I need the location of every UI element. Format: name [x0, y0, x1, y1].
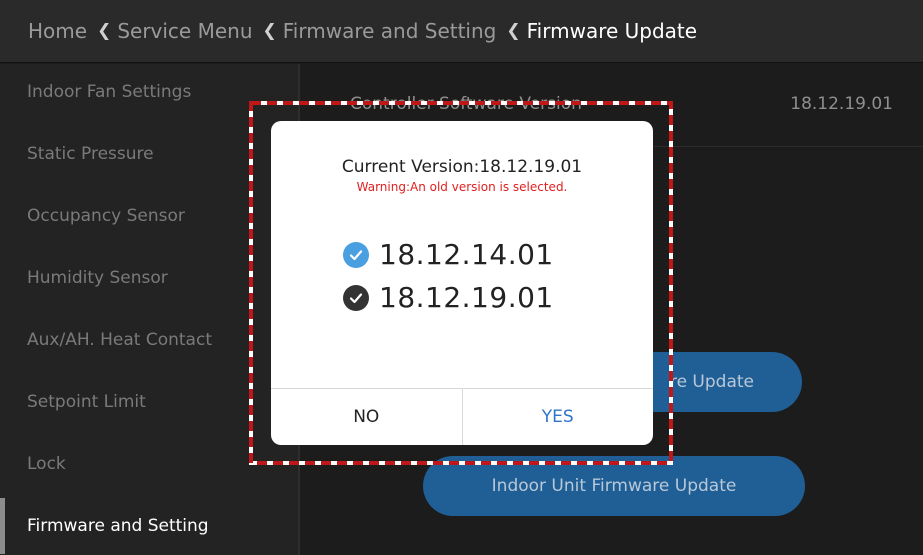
dialog-warning: Warning:An old version is selected.: [356, 180, 568, 194]
breadcrumb-service-menu-label: Service Menu: [117, 19, 253, 43]
dialog-current-version: Current Version:18.12.19.01: [341, 157, 583, 177]
version-option-18-12-19-01[interactable]: 18.12.19.01: [343, 281, 554, 314]
sidebar-item-label: Firmware and Setting: [27, 516, 209, 536]
sidebar-item-label: Setpoint Limit: [27, 392, 146, 412]
breadcrumb-firmware-and-setting-label: Firmware and Setting: [282, 19, 497, 43]
breadcrumb-home-label: Home: [28, 19, 88, 43]
chevron-left-icon: ❮: [506, 21, 521, 41]
sidebar-item-firmware-and-setting[interactable]: Firmware and Setting: [0, 498, 298, 554]
yes-button-label: YES: [541, 407, 574, 427]
breadcrumb: Home ❮ Service Menu ❮ Firmware and Setti…: [0, 0, 923, 63]
chevron-left-icon: ❮: [97, 21, 112, 41]
dialog-button-bar: NO YES: [271, 388, 653, 445]
version-select-dialog: Current Version:18.12.19.01 Warning:An o…: [271, 121, 653, 445]
breadcrumb-firmware-update: ❮ Firmware Update: [496, 19, 697, 43]
sidebar-item-label: Indoor Fan Settings: [27, 82, 192, 102]
page-title: Firmware Update: [526, 19, 698, 43]
indoor-unit-firmware-update-label: Indoor Unit Firmware Update: [491, 476, 737, 496]
breadcrumb-service-menu[interactable]: ❮ Service Menu: [87, 19, 252, 43]
sidebar-item-label: Humidity Sensor: [27, 268, 168, 288]
version-option-label: 18.12.19.01: [379, 281, 554, 314]
breadcrumb-home[interactable]: Home: [28, 19, 87, 43]
controller-software-version-value: 18.12.19.01: [790, 94, 893, 114]
sidebar-item-label: Static Pressure: [27, 144, 154, 164]
no-button[interactable]: NO: [271, 389, 463, 445]
version-option-18-12-14-01[interactable]: 18.12.14.01: [343, 238, 554, 271]
sidebar-item-label: Occupancy Sensor: [27, 206, 185, 226]
chevron-left-icon: ❮: [262, 21, 277, 41]
version-option-label: 18.12.14.01: [379, 238, 554, 271]
firmware-update-button-label: re Update: [669, 372, 754, 392]
sidebar-item-label: Aux/AH. Heat Contact: [27, 330, 212, 350]
breadcrumb-firmware-and-setting[interactable]: ❮ Firmware and Setting: [253, 19, 497, 43]
indoor-unit-firmware-update-button[interactable]: Indoor Unit Firmware Update: [423, 456, 805, 516]
check-circle-icon: [343, 241, 369, 268]
yes-button[interactable]: YES: [463, 389, 654, 445]
sidebar-item-label: Lock: [27, 454, 66, 474]
check-circle-icon: [343, 284, 369, 311]
no-button-label: NO: [353, 407, 380, 427]
